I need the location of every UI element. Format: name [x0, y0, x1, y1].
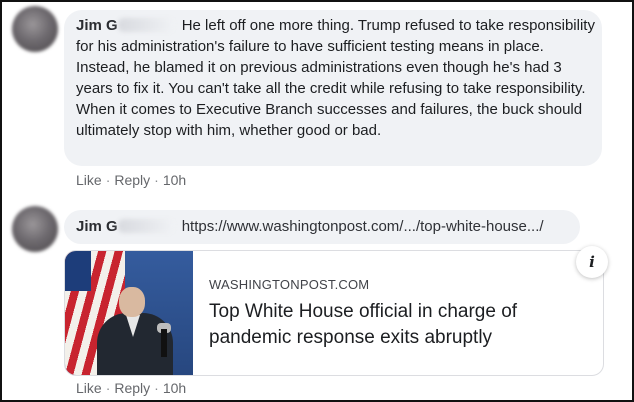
- comment-bubble: Jim G He left off one more thing. Trump r…: [64, 10, 602, 166]
- timestamp[interactable]: 10h: [163, 380, 186, 396]
- like-button[interactable]: Like: [76, 172, 102, 188]
- microphone-stand-graphic: [161, 329, 167, 357]
- link-url[interactable]: https://www.washingtonpost.com/.../top-w…: [182, 218, 544, 235]
- comment-bubble: Jim G https://www.washingtonpost.com/.../…: [64, 210, 580, 244]
- timestamp[interactable]: 10h: [163, 172, 186, 188]
- comment-author[interactable]: Jim G: [76, 218, 118, 235]
- comment-author[interactable]: Jim G: [76, 17, 118, 34]
- preview-image[interactable]: [65, 251, 193, 375]
- preview-headline[interactable]: Top White House official in charge of pa…: [209, 299, 559, 351]
- link-preview-card[interactable]: WASHINGTONPOST.COM Top White House offic…: [64, 250, 604, 376]
- flag-canton: [65, 251, 91, 291]
- comment-actions: Like · Reply · 10h: [76, 380, 186, 396]
- reply-button[interactable]: Reply: [114, 172, 150, 188]
- head-graphic: [119, 287, 145, 317]
- avatar[interactable]: [12, 6, 58, 52]
- comment-actions: Like · Reply · 10h: [76, 172, 186, 188]
- comment-text: He left off one more thing. Trump refuse…: [76, 17, 595, 139]
- avatar[interactable]: [12, 206, 58, 252]
- separator: ·: [154, 380, 159, 396]
- redacted-name: [117, 219, 174, 233]
- preview-domain: WASHINGTONPOST.COM: [209, 277, 370, 292]
- like-button[interactable]: Like: [76, 380, 102, 396]
- separator: ·: [105, 380, 111, 396]
- separator: ·: [154, 172, 159, 188]
- comment-body: Jim G https://www.washingtonpost.com/.../…: [76, 216, 544, 237]
- redacted-name: [117, 18, 174, 32]
- info-icon[interactable]: i: [576, 246, 608, 278]
- comment-body: Jim G He left off one more thing. Trump r…: [76, 15, 596, 141]
- reply-button[interactable]: Reply: [114, 380, 150, 396]
- preview-text: WASHINGTONPOST.COM Top White House offic…: [209, 251, 603, 375]
- separator: ·: [105, 172, 111, 188]
- comment-thread: Jim G He left off one more thing. Trump r…: [0, 0, 634, 402]
